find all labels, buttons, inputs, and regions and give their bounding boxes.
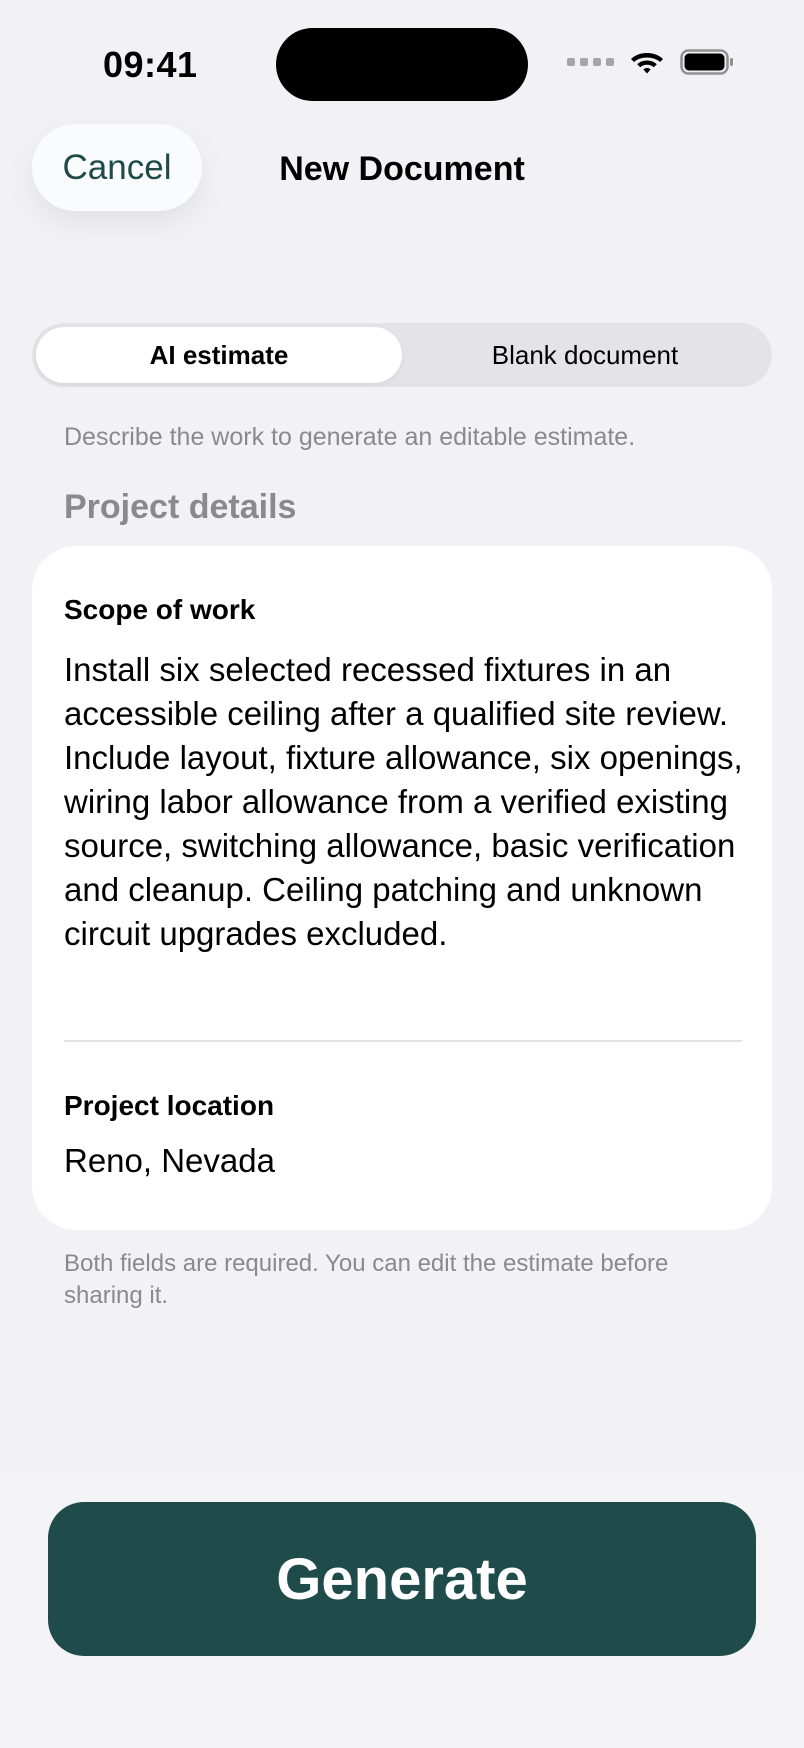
field-divider bbox=[64, 1040, 742, 1042]
segment-blank-document[interactable]: Blank document bbox=[402, 327, 768, 383]
project-location-label: Project location bbox=[64, 1090, 275, 1121]
generate-button[interactable]: Generate bbox=[48, 1502, 756, 1656]
signal-dots-icon bbox=[567, 58, 614, 66]
wifi-icon bbox=[631, 53, 663, 74]
scope-of-work-field[interactable]: Install six selected recessed fixtures i… bbox=[64, 648, 754, 956]
dynamic-island bbox=[276, 28, 528, 101]
scope-of-work-label: Scope of work bbox=[64, 594, 256, 625]
required-fields-footnote: Both fields are required. You can edit t… bbox=[64, 1250, 669, 1309]
project-location-field[interactable]: Reno, Nevada bbox=[64, 1142, 275, 1180]
new-document-screen: 09:41 Cancel New Document AI estimate Bl… bbox=[0, 0, 804, 1748]
section-header-project-details: Project details bbox=[64, 488, 297, 526]
mode-description: Describe the work to generate an editabl… bbox=[64, 423, 636, 451]
battery-icon bbox=[680, 49, 733, 75]
status-time: 09:41 bbox=[103, 44, 198, 85]
document-type-segmented-control: AI estimate Blank document bbox=[32, 323, 772, 387]
cancel-button[interactable]: Cancel bbox=[32, 124, 202, 211]
page-title: New Document bbox=[279, 150, 525, 188]
status-icons bbox=[567, 48, 734, 76]
project-details-card: Scope of work Install six selected reces… bbox=[32, 546, 772, 1230]
segment-ai-estimate[interactable]: AI estimate bbox=[36, 327, 402, 383]
